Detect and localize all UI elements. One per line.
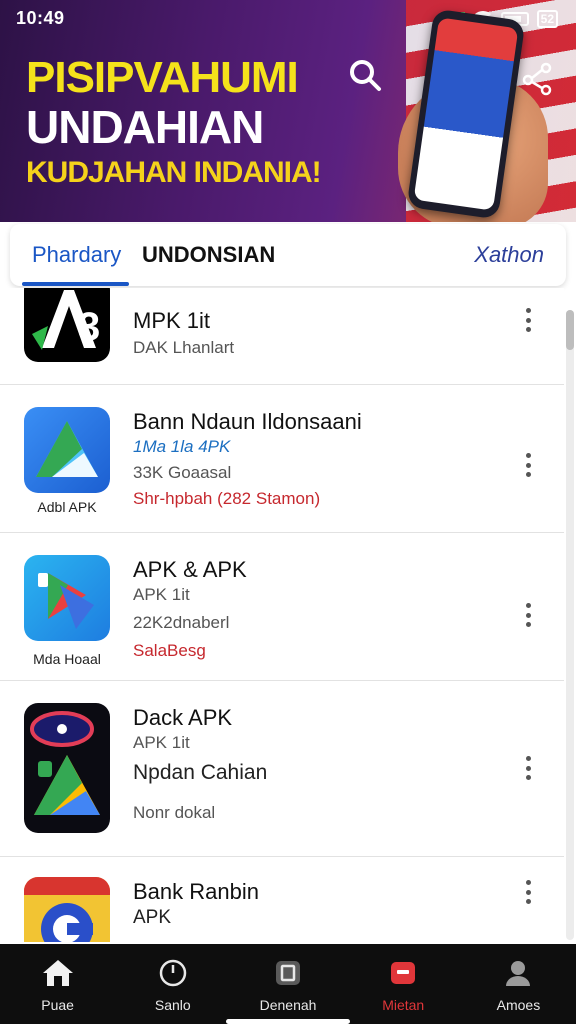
tab-xathon[interactable]: Xathon — [474, 224, 544, 286]
app-logo-icon — [24, 877, 110, 942]
app-title: MPK 1it — [133, 308, 211, 333]
profile-icon — [503, 958, 533, 991]
phone-in-hand-illustration — [398, 8, 548, 222]
app-title: Bank Ranbin — [133, 879, 259, 904]
tab-phardary[interactable]: Phardary — [21, 224, 130, 286]
app-subtitle: DAK Lhanlart — [133, 338, 235, 357]
nav-label: Amoes — [496, 997, 541, 1013]
list-item[interactable]: Mda Hoaal APK & APK APK 1it 22K2dnaberl … — [0, 533, 564, 681]
search-icon[interactable] — [346, 56, 384, 94]
app-status: SalaBesg — [133, 641, 206, 660]
tab-undonsian[interactable]: UNDONSIAN — [142, 224, 275, 286]
home-icon — [41, 958, 75, 991]
list-item[interactable]: Bank Ranbin APK — [0, 857, 564, 942]
share-icon[interactable] — [518, 58, 558, 98]
app-logo-icon — [24, 555, 110, 641]
app-title: APK & APK — [133, 557, 247, 582]
home-indicator[interactable] — [226, 1019, 350, 1024]
app-status: Nonr dokal — [133, 803, 216, 822]
clock-icon — [158, 958, 188, 991]
nav-home[interactable]: Puae — [0, 944, 115, 1024]
store-icon — [388, 958, 418, 991]
app-icon-caption: Adbl APK — [37, 499, 97, 515]
app-status: Shr-hpbah (282 Stamon) — [133, 489, 321, 508]
scrollbar-thumb[interactable] — [566, 310, 574, 350]
app-size: 33K Goaasal — [133, 463, 232, 482]
app-list[interactable]: 3 MPK 1it DAK Lhanlart Adbl APK Bann Nda… — [0, 288, 564, 942]
more-options-icon[interactable] — [518, 450, 538, 480]
apps-icon — [273, 958, 303, 991]
app-size: 22K2dnaberl — [133, 613, 230, 632]
more-options-icon[interactable] — [518, 600, 538, 630]
more-options-icon[interactable] — [518, 877, 538, 907]
more-options-icon[interactable] — [518, 305, 538, 335]
app-title: Dack APK — [133, 705, 233, 730]
status-time: 10:49 — [16, 8, 65, 28]
app-version: APK 1it — [133, 733, 190, 752]
category-tabs: Phardary UNDONSIAN Xathon — [10, 224, 566, 286]
more-options-icon[interactable] — [518, 753, 538, 783]
list-item[interactable]: 3 MPK 1it DAK Lhanlart — [0, 288, 564, 385]
app-logo-icon — [24, 407, 110, 493]
nav-label: Puae — [41, 997, 74, 1013]
nav-profile[interactable]: Amoes — [461, 944, 576, 1024]
nav-label: Denenah — [259, 997, 317, 1013]
nav-label: Mietan — [382, 997, 425, 1013]
app-subtitle: APK — [133, 907, 172, 928]
list-item[interactable]: Adbl APK Bann Ndaun Ildonsaani 1Ma 1la 4… — [0, 385, 564, 533]
banner-headline-3: KUDJAHAN INDANIA! — [26, 156, 322, 189]
app-version: APK 1it — [133, 585, 190, 604]
svg-text:3: 3 — [78, 305, 100, 349]
nav-apps[interactable]: Denenah — [230, 944, 345, 1024]
app-icon-caption: Mda Hoaal — [33, 651, 101, 667]
app-title: Bann Ndaun Ildonsaani — [133, 409, 362, 434]
app-developer: Npdan Cahian — [133, 761, 268, 784]
app-version: 1Ma 1la 4PK — [133, 437, 231, 456]
promo-banner[interactable]: 10:49 52 PISIPVAHUMI UNDAHIAN KUDJAHAN I… — [0, 0, 576, 222]
list-item[interactable]: Dack APK APK 1it Npdan Cahian Nonr dokal — [0, 681, 564, 857]
app-logo-icon: 3 — [24, 288, 110, 362]
app-logo-icon — [24, 703, 110, 833]
bottom-navigation: Puae Sanlo Denenah Mietan Amoes — [0, 944, 576, 1024]
nav-recent[interactable]: Sanlo — [115, 944, 230, 1024]
nav-label: Sanlo — [154, 997, 191, 1013]
banner-headline-2: UNDAHIAN — [26, 101, 264, 153]
banner-headline-1: PISIPVAHUMI — [26, 53, 299, 102]
list-scrollbar[interactable] — [566, 310, 574, 940]
nav-store[interactable]: Mietan — [346, 944, 461, 1024]
